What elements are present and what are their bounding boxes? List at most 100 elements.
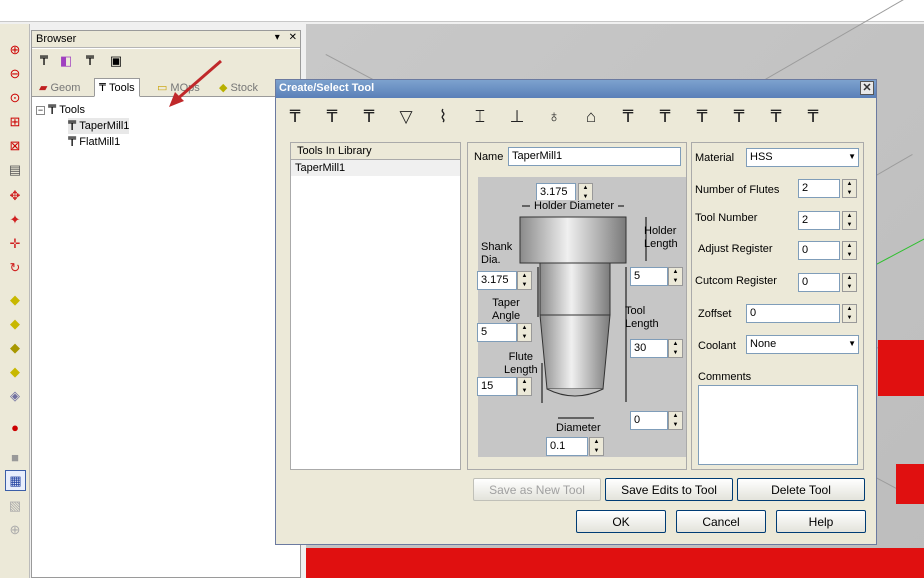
tool-diagram: 3.175 ▲ ▼ Holder Diameter Holder Length S… [477, 177, 686, 457]
bull-mill-type-icon[interactable]: ₸ [356, 104, 382, 130]
zoom-window-icon[interactable]: ⊙ [6, 88, 24, 106]
flute-length-spinner[interactable]: ▲ ▼ [517, 377, 532, 396]
save-icon[interactable]: ▣ [108, 53, 124, 69]
grid-icon[interactable]: ▤ [6, 160, 24, 178]
zoom-out-icon[interactable]: ⊖ [6, 64, 24, 82]
adjust-register-input[interactable]: 0 [798, 241, 840, 260]
new-tool-icon[interactable]: ₸ [36, 53, 52, 69]
view-right-icon[interactable]: ◆ [6, 362, 24, 380]
flute-length-input[interactable]: 15 [477, 377, 517, 396]
tool-length-input[interactable]: 30 [630, 339, 668, 358]
dialog-close-button[interactable]: ✕ [860, 81, 874, 95]
save-as-new-tool-button[interactable]: Save as New Tool [473, 478, 601, 501]
rotate-icon[interactable]: ✦ [6, 210, 24, 228]
tools-library-list[interactable]: Tools In Library TaperMill1 [290, 142, 461, 470]
browser-panel: Browser ▾ ✕ ₸ ◧ ₸ ▣ ▰ Geom ₸ Tools ▭ MOps ◆… [31, 30, 301, 578]
tool-number-input[interactable]: 2 [798, 211, 840, 230]
view-top-icon[interactable]: ◆ [6, 314, 24, 332]
pan-icon[interactable]: ✥ [6, 186, 24, 204]
flat-mill-type-icon[interactable]: ₸ [282, 104, 308, 130]
zoom-fit-icon[interactable]: ⊠ [6, 136, 24, 154]
tree-item-flatmill1[interactable]: ₸ FlatMill1 [68, 134, 120, 150]
tab-geom[interactable]: ▰ Geom [35, 78, 84, 97]
shade-box-icon[interactable]: ■ [6, 448, 24, 466]
stock-block [896, 464, 924, 504]
pin-icon[interactable]: ▾ [275, 32, 280, 43]
lollipop-type-icon[interactable]: ♁ [541, 104, 567, 130]
corner-radius-spinner[interactable]: ▲ ▼ [668, 411, 683, 430]
view-layers-icon[interactable]: ◈ [6, 386, 24, 404]
tool-library-icon[interactable]: ◧ [58, 53, 74, 69]
chevron-down-icon: ▼ [848, 152, 856, 161]
shank-dia-spinner[interactable]: ▲ ▼ [517, 271, 532, 290]
folder-icon: ▭ [157, 82, 168, 94]
cancel-button[interactable]: Cancel [676, 510, 766, 533]
keyway-mill-type-icon[interactable]: ₸ [726, 104, 752, 130]
taper-mill-icon: ₸ [68, 118, 77, 133]
tool-number-label: Tool Number [695, 212, 758, 224]
delete-tool-button[interactable]: Delete Tool [737, 478, 865, 501]
tree-item-tapermill1[interactable]: ₸ TaperMill1 [68, 118, 130, 134]
geom-icon: ▰ [39, 82, 48, 94]
number-of-flutes-label: Number of Flutes [695, 184, 780, 196]
help-button[interactable]: Help [776, 510, 866, 533]
chamfer-mill-type-icon[interactable]: ₸ [615, 104, 641, 130]
hidden-lines-icon[interactable]: ▧ [6, 496, 24, 514]
taper-mill-type-icon[interactable]: ⊥ [504, 104, 530, 130]
diameter-input[interactable]: 0.1 [546, 437, 588, 456]
taper-angle-spinner[interactable]: ▲ ▼ [517, 323, 532, 342]
zoom-box-icon[interactable]: ⊞ [6, 112, 24, 130]
corner-radius-input[interactable]: 0 [630, 411, 668, 430]
comments-textarea[interactable] [698, 385, 858, 465]
ball-mill-type-icon[interactable]: ₸ [319, 104, 345, 130]
tree-root[interactable]: − ₸ Tools [36, 102, 85, 118]
drill-type-icon[interactable]: ⌇ [430, 104, 456, 130]
cutcom-register-spinner[interactable]: ▲ ▼ [842, 273, 857, 292]
tap-type-icon[interactable]: ⌶ [467, 104, 493, 130]
material-label: Material [695, 152, 735, 164]
tab-tools[interactable]: ₸ Tools [94, 78, 140, 97]
number-of-flutes-spinner[interactable]: ▲ ▼ [842, 179, 857, 198]
taper-angle-label: Taper Angle [492, 297, 521, 322]
dovetail-mill-type-icon[interactable]: ₸ [689, 104, 715, 130]
zoffset-spinner[interactable]: ▲ ▼ [842, 304, 857, 323]
tool-length-spinner[interactable]: ▲ ▼ [668, 339, 683, 358]
adjust-register-spinner[interactable]: ▲ ▼ [842, 241, 857, 260]
slot-mill-type-icon[interactable]: ₸ [763, 104, 789, 130]
zoom-in-icon[interactable]: ⊕ [6, 40, 24, 58]
holder-diameter-label: Holder Diameter [530, 200, 619, 212]
name-input[interactable]: TaperMill1 [508, 147, 681, 166]
vee-mill-type-icon[interactable]: ▽ [393, 104, 419, 130]
ok-button[interactable]: OK [576, 510, 666, 533]
custom-type-icon[interactable]: ⌂ [578, 104, 604, 130]
create-select-tool-dialog: Create/Select Tool ✕ ₸ ₸ ₸ ▽ ⌇ ⌶ ⊥ ♁ ⌂ ₸… [275, 79, 877, 545]
holder-length-spinner[interactable]: ▲ ▼ [668, 267, 683, 286]
material-select[interactable]: HSS ▼ [746, 148, 859, 167]
save-edits-button[interactable]: Save Edits to Tool [605, 478, 733, 501]
coolant-select[interactable]: None ▼ [746, 335, 859, 354]
taper-angle-input[interactable]: 5 [477, 323, 517, 342]
tools-folder-icon: ₸ [48, 102, 57, 117]
form-mill-type-icon[interactable]: ₸ [800, 104, 826, 130]
move-icon[interactable]: ✛ [6, 234, 24, 252]
tool-list-icon[interactable]: ₸ [82, 53, 98, 69]
cutcom-register-input[interactable]: 0 [798, 273, 840, 292]
tools-icon: ₸ [99, 82, 106, 94]
wireframe-grid-icon[interactable]: ▦ [5, 470, 26, 491]
stock-settings-icon[interactable]: ⊕ [6, 520, 24, 538]
shank-dia-input[interactable]: 3.175 [477, 271, 517, 290]
diameter-spinner[interactable]: ▲ ▼ [589, 437, 604, 456]
number-of-flutes-input[interactable]: 2 [798, 179, 840, 198]
view-iso-icon[interactable]: ◆ [6, 290, 24, 308]
collapse-icon[interactable]: − [36, 105, 45, 115]
radius-mill-type-icon[interactable]: ₸ [652, 104, 678, 130]
close-icon[interactable]: ✕ [289, 32, 297, 43]
zoffset-input[interactable]: 0 [746, 304, 840, 323]
orbit-icon[interactable]: ↻ [6, 258, 24, 276]
library-item-tapermill1[interactable]: TaperMill1 [291, 160, 460, 176]
tool-number-spinner[interactable]: ▲ ▼ [842, 211, 857, 230]
shade-sphere-icon[interactable]: ● [6, 418, 24, 436]
library-header: Tools In Library [291, 143, 460, 160]
view-front-icon[interactable]: ◆ [6, 338, 24, 356]
holder-length-input[interactable]: 5 [630, 267, 668, 286]
